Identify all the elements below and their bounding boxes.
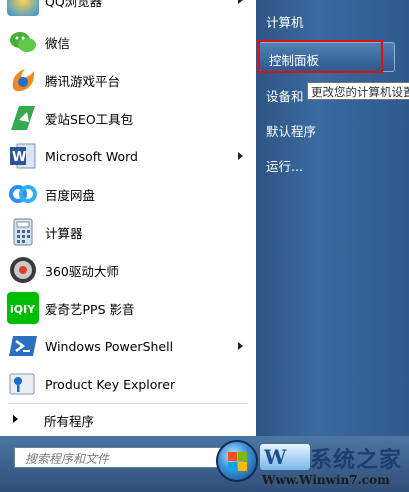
program-item-driver-master[interactable]: 360驱动大师: [0, 251, 254, 289]
program-item-wechat[interactable]: 微信: [0, 23, 254, 61]
driver-master-icon: [7, 254, 39, 286]
start-orb-icon[interactable]: [216, 440, 258, 482]
program-label: QQ浏览器: [45, 0, 103, 9]
powershell-icon: [7, 330, 39, 362]
submenu-arrow-icon: [238, 0, 243, 4]
right-item-run[interactable]: 运行...: [266, 156, 303, 175]
program-label: Microsoft Word: [45, 148, 138, 164]
aizhan-seo-icon: [7, 102, 39, 134]
watermark-title: 系统之家: [310, 447, 403, 473]
right-item-computer[interactable]: 计算机: [266, 12, 304, 31]
word-icon: W: [7, 140, 39, 172]
program-item-aizhan-seo[interactable]: 爱站SEO工具包: [0, 99, 254, 137]
program-label: 计算器: [45, 225, 83, 241]
search-input[interactable]: [23, 449, 197, 468]
search-box[interactable]: [14, 447, 240, 468]
submenu-arrow-icon: [238, 342, 243, 350]
all-programs-button[interactable]: 所有程序: [0, 400, 254, 438]
program-label: 爱站SEO工具包: [45, 111, 134, 127]
right-item-default-programs[interactable]: 默认程序: [266, 121, 316, 140]
program-label: 腾讯游戏平台: [45, 73, 121, 89]
windows-logo-icon: [228, 452, 237, 461]
windows-logo-icon: [228, 462, 237, 471]
windows-logo-icon: [238, 452, 247, 461]
watermark: W 系统之家 Www.Winwin7.com: [258, 442, 409, 492]
watermark-url: Www.Winwin7.com: [262, 473, 390, 487]
program-item-word[interactable]: W Microsoft Word: [0, 137, 254, 175]
program-item-calculator[interactable]: 计算器: [0, 213, 254, 251]
programs-panel: QQ浏览器 微信 腾讯游戏平台 爱站SEO工具包 W Microsoft Wor…: [0, 0, 257, 492]
program-label: 爱奇艺PPS 影音: [45, 301, 135, 317]
calculator-icon: [7, 216, 39, 248]
program-item-iqiyi[interactable]: iQIY 爱奇艺PPS 影音: [0, 289, 254, 327]
tencent-game-icon: [7, 64, 39, 96]
all-programs-label: 所有程序: [44, 414, 95, 429]
qq-browser-icon: [7, 0, 39, 16]
program-label: 360驱动大师: [45, 263, 119, 279]
submenu-arrow-icon: [238, 152, 243, 160]
program-label: 百度网盘: [45, 187, 96, 203]
baidu-netdisk-icon: [7, 178, 39, 210]
watermark-logo-text: W: [264, 445, 287, 469]
wechat-icon: [7, 26, 39, 58]
tooltip: 更改您的计算机设置: [307, 82, 409, 100]
windows-logo-icon: [238, 462, 247, 471]
svg-text:W: W: [12, 150, 26, 165]
program-item-tencent-game[interactable]: 腾讯游戏平台: [0, 61, 254, 99]
highlight-box: [258, 40, 383, 73]
program-label: Windows PowerShell: [45, 338, 174, 354]
program-label: 微信: [45, 35, 71, 51]
key-icon: [7, 368, 39, 400]
right-item-devices[interactable]: 设备和: [266, 86, 304, 105]
svg-text:iQIY: iQIY: [10, 303, 36, 316]
program-item-qq-browser[interactable]: QQ浏览器: [0, 0, 254, 19]
program-item-product-key[interactable]: Product Key Explorer: [0, 365, 254, 403]
iqiyi-icon: iQIY: [7, 292, 39, 324]
program-item-powershell[interactable]: Windows PowerShell: [0, 327, 254, 365]
expand-arrow-icon: [13, 415, 18, 423]
watermark-logo: W: [260, 444, 310, 470]
program-label: Product Key Explorer: [45, 376, 176, 392]
program-item-baidu-netdisk[interactable]: 百度网盘: [0, 175, 254, 213]
